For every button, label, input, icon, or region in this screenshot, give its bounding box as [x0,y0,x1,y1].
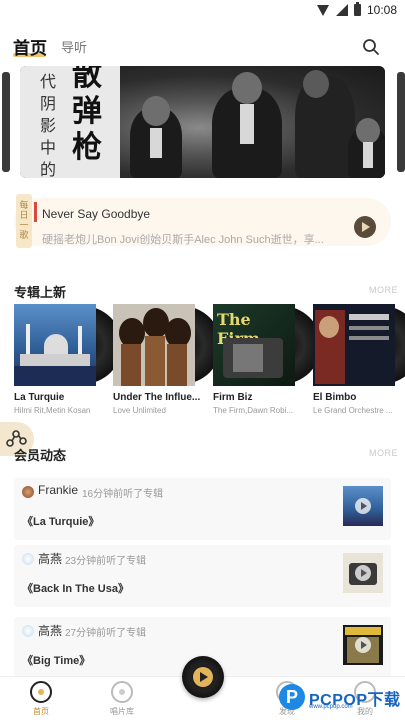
tab-label: 首页 [33,707,49,716]
daily-song-tab-label: 每日一歌 [19,200,29,240]
activity-item[interactable]: Frankie 16分钟前听了专辑 《La Turquie》 [14,478,391,540]
activity-album-thumb[interactable] [343,486,383,526]
activity-album-thumb[interactable] [343,625,383,665]
album-card[interactable]: The Firm Firm Biz The Firm,Dawn Robi... [213,304,321,415]
album-name: Under The Influe... [113,392,201,403]
activity-album-thumb[interactable] [343,553,383,593]
activity-time: 27分钟前听了专辑 [65,628,147,639]
avatar [22,486,34,498]
avatar [22,553,34,565]
album-name: El Bimbo [313,392,357,403]
activity-album[interactable]: 《Back In The Usa》 [22,580,129,596]
status-icons: 10:08 [316,2,397,17]
album-cover [14,304,96,386]
play-icon[interactable] [354,216,376,238]
album-name: Firm Biz [213,392,253,403]
album-cover [313,304,395,386]
tab-label: 唱片库 [110,707,134,716]
activity-time: 23分钟前听了专辑 [65,556,147,567]
tab-home[interactable]: 首页 [13,34,47,59]
watermark-sub: www.pcpop.com [309,704,353,710]
album-card[interactable]: El Bimbo Le Grand Orchestre ... [313,304,405,415]
album-cover: The Firm [213,304,295,386]
activity-item[interactable]: 高燕 23分钟前听了专辑 《Back In The Usa》 [14,545,391,607]
activity-user: Frankie [38,483,79,497]
activity-user: 高燕 [38,624,63,638]
banner-text-panel: 代阴影中的 散弹枪 [20,66,120,178]
banner-subtitle: 代阴影中的 [40,74,58,178]
search-icon[interactable] [362,38,380,56]
album-card[interactable]: La Turquie Hilmi Rit,Metin Kosan [14,304,122,415]
banner-prev-peek[interactable] [2,72,10,172]
new-albums-more-link[interactable]: MORE [369,285,398,295]
tab-guide[interactable]: 导听 [61,37,87,56]
status-bar: 10:08 [0,0,405,24]
record-library-icon [111,681,133,703]
album-cover [113,304,195,386]
battery-icon [353,2,361,16]
member-activity-title: 会员动态 [14,448,67,463]
center-play-button[interactable] [182,656,224,698]
activity-album[interactable]: 《Big Time》 [22,652,90,668]
daily-song-accent-bar [34,202,37,222]
play-icon[interactable] [355,637,371,653]
tab-home-bottom[interactable]: 首页 [16,681,66,717]
album-artist: Love Unlimited [113,406,166,415]
daily-song-description: 硬摇老炮儿Bon Jovi创始贝斯手Alec John Such逝世，享... [42,234,324,246]
play-icon[interactable] [355,565,371,581]
album-name: La Turquie [14,392,65,403]
play-icon[interactable] [355,498,371,514]
tab-record-library[interactable]: 唱片库 [97,681,147,717]
album-artist: The Firm,Dawn Robi... [213,406,294,415]
album-artist: Le Grand Orchestre ... [313,406,393,415]
avatar [22,625,34,637]
wifi-icon [316,4,330,16]
activity-time: 16分钟前听了专辑 [82,489,164,500]
play-icon [193,667,213,687]
status-time: 10:08 [366,3,397,17]
member-activity-more-link[interactable]: MORE [369,448,398,458]
new-albums-title: 专辑上新 [14,285,67,300]
daily-song-title: Never Say Goodbye [42,207,151,221]
watermark: P PCPOP下载 www.pcpop.com [279,680,403,716]
activity-user: 高燕 [38,552,63,566]
banner-image [120,66,385,178]
signal-icon [335,4,348,16]
watermark-logo-icon: P [279,684,305,710]
activity-album[interactable]: 《La Turquie》 [22,513,99,529]
top-nav: 首页 导听 [0,26,405,62]
album-card[interactable]: Under The Influe... Love Unlimited [113,304,221,415]
home-disc-icon [30,681,52,703]
banner-next-peek[interactable] [397,72,405,172]
daily-song-tab: 每日一歌 [16,194,32,248]
banner-title: 散弹枪 [72,66,102,164]
banner-carousel[interactable]: 代阴影中的 散弹枪 [20,66,385,178]
album-artist: Hilmi Rit,Metin Kosan [14,406,91,415]
